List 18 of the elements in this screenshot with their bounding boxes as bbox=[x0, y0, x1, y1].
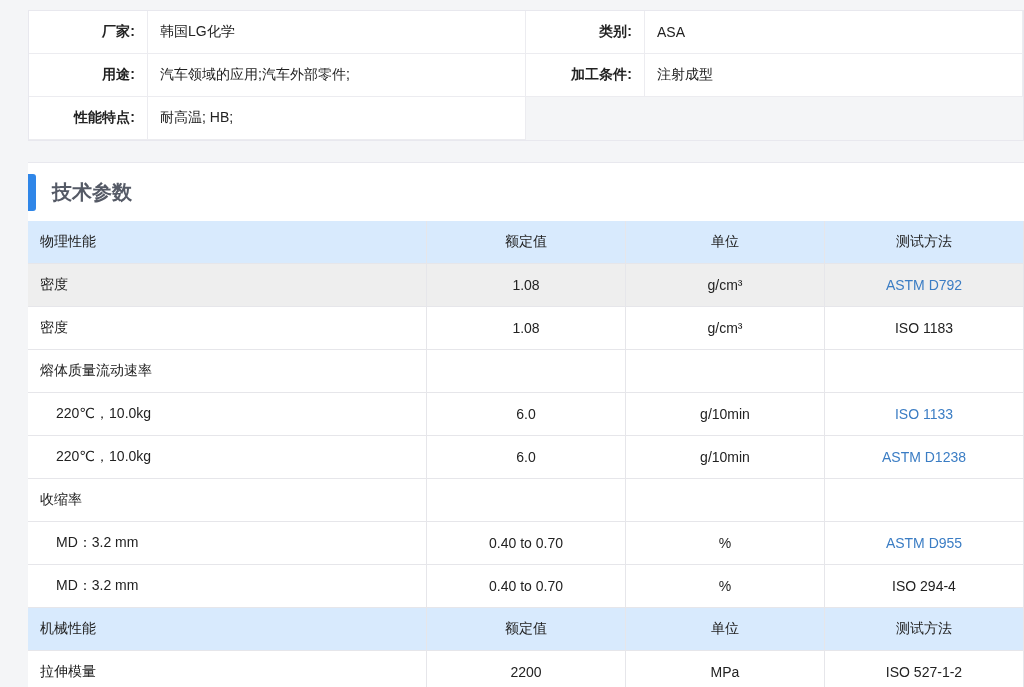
field-value: 汽车领域的应用;汽车外部零件; bbox=[148, 54, 526, 97]
table-cell: 2200 bbox=[427, 651, 626, 687]
field-label: 用途: bbox=[29, 54, 148, 97]
test-method-link[interactable]: ASTM D955 bbox=[885, 535, 963, 551]
field-value: 韩国LG化学 bbox=[148, 11, 526, 54]
table-cell: 拉伸模量 bbox=[28, 651, 427, 687]
section-title: 技术参数 bbox=[52, 179, 132, 205]
accent-bar bbox=[28, 173, 36, 211]
table-cell: MPa bbox=[626, 651, 825, 687]
field-label: 厂家: bbox=[29, 11, 148, 54]
test-method-link[interactable]: ASTM D792 bbox=[885, 277, 963, 293]
test-method-link[interactable]: ASTM D1238 bbox=[881, 449, 966, 465]
field-label: 类别: bbox=[526, 11, 645, 54]
field-value: ASA bbox=[645, 11, 1023, 54]
field-label: 性能特点: bbox=[29, 97, 148, 140]
test-method-link[interactable]: ISO 1133 bbox=[894, 406, 954, 422]
field-value: 耐高温; HB; bbox=[148, 97, 526, 140]
table-cell: ISO 527-1-2 bbox=[825, 651, 1024, 687]
